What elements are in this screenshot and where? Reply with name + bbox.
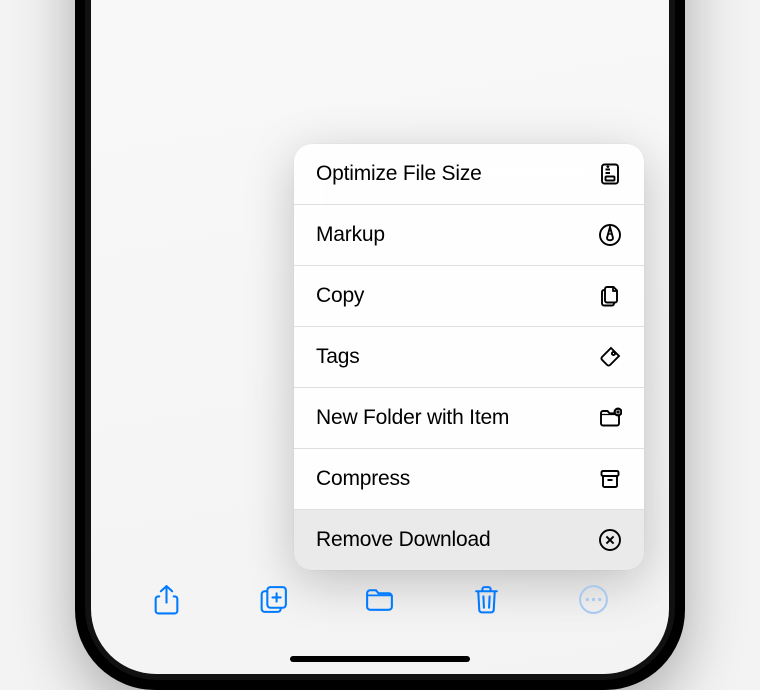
menu-item-remove-download[interactable]: Remove Download [294, 510, 644, 570]
menu-item-tags[interactable]: Tags [294, 327, 644, 388]
menu-item-label: Compress [316, 467, 410, 491]
archive-icon [597, 466, 623, 492]
context-menu: Optimize File Size Markup [294, 144, 644, 570]
menu-item-optimize-file-size[interactable]: Optimize File Size [294, 144, 644, 205]
menu-item-compress[interactable]: Compress [294, 449, 644, 510]
duplicate-button[interactable] [250, 579, 296, 625]
menu-item-label: Copy [316, 284, 364, 308]
menu-item-label: Remove Download [316, 528, 490, 552]
share-button[interactable] [143, 579, 189, 625]
share-icon [150, 583, 183, 621]
phone-bezel: Optimize File Size Markup [85, 0, 675, 680]
file-optimize-icon [597, 161, 623, 187]
menu-item-markup[interactable]: Markup [294, 205, 644, 266]
menu-item-label: Tags [316, 345, 360, 369]
more-button[interactable] [571, 579, 617, 625]
menu-item-label: Optimize File Size [316, 162, 482, 186]
folder-plus-icon [597, 405, 623, 431]
markup-icon [597, 222, 623, 248]
screen: Optimize File Size Markup [91, 0, 669, 674]
menu-item-new-folder-with-item[interactable]: New Folder with Item [294, 388, 644, 449]
folder-button[interactable] [357, 579, 403, 625]
ellipsis-circle-icon [577, 583, 610, 621]
tag-icon [597, 344, 623, 370]
menu-item-label: Markup [316, 223, 385, 247]
delete-button[interactable] [464, 579, 510, 625]
copy-icon [597, 283, 623, 309]
duplicate-plus-icon [257, 583, 290, 621]
folder-icon [363, 583, 396, 621]
trash-icon [470, 583, 503, 621]
bottom-toolbar [91, 572, 669, 632]
menu-item-copy[interactable]: Copy [294, 266, 644, 327]
menu-item-label: New Folder with Item [316, 406, 509, 430]
phone-frame: Optimize File Size Markup [75, 0, 685, 690]
remove-download-icon [597, 527, 623, 553]
home-indicator[interactable] [290, 656, 470, 662]
